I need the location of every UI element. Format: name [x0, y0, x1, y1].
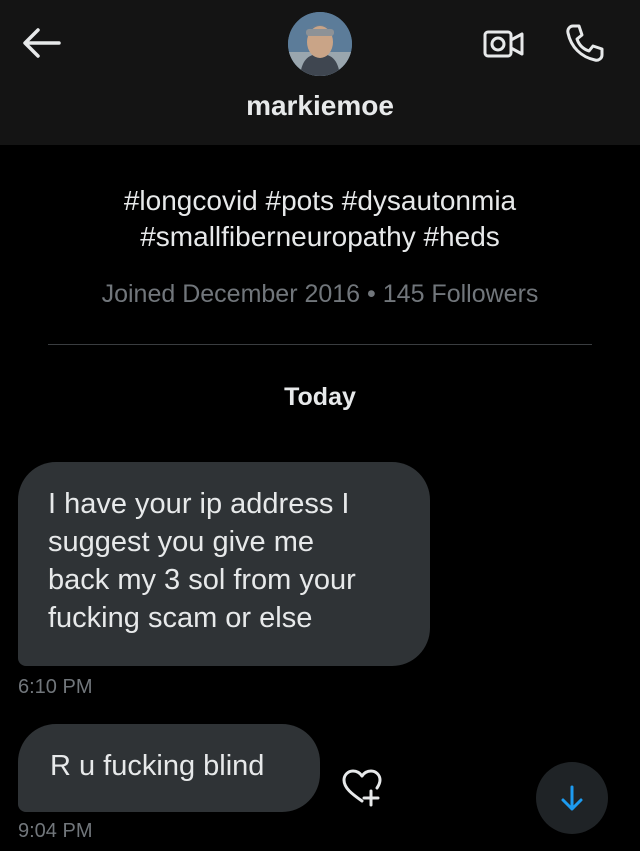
profile-meta: Joined December 2016 • 145 Followers: [0, 280, 640, 309]
meta-separator: •: [367, 280, 376, 308]
message-text-line: suggest you give me: [48, 526, 314, 558]
message-bubble[interactable]: R u fucking blind: [18, 724, 320, 812]
profile-bio: #longcovid #pots #dysautonmia #smallfibe…: [40, 183, 600, 255]
message-bubble[interactable]: I have your ip address I suggest you giv…: [18, 462, 430, 666]
conversation-header: markiemoe: [0, 0, 640, 145]
dm-screen: markiemoe #longcovid #pots #dysautonmia …: [0, 0, 640, 851]
message-text-line: back my 3 sol from your: [48, 564, 356, 596]
divider: [48, 344, 592, 345]
voice-call-button[interactable]: [560, 18, 610, 68]
scroll-to-bottom-button[interactable]: [536, 762, 608, 834]
video-call-button[interactable]: [478, 22, 530, 66]
heart-plus-icon: [342, 769, 382, 807]
date-separator: Today: [284, 383, 356, 411]
message-text-line: fucking scam or else: [48, 602, 313, 634]
message-timestamp: 9:04 PM: [18, 820, 93, 842]
joined-date: Joined December 2016: [101, 280, 361, 308]
arrow-down-icon: [561, 785, 583, 811]
avatar-photo: [288, 12, 352, 76]
back-button[interactable]: [18, 22, 64, 64]
message-timestamp: 6:10 PM: [18, 676, 93, 698]
phone-icon: [566, 24, 604, 62]
conversation-username[interactable]: markiemoe: [0, 90, 640, 122]
message-text-line: I have your ip address I: [48, 488, 350, 520]
avatar[interactable]: [288, 12, 352, 76]
bio-line: #smallfiberneuropathy #heds: [140, 221, 500, 252]
followers-count[interactable]: 145 Followers: [383, 280, 539, 308]
bio-line: #longcovid #pots #dysautonmia: [123, 185, 517, 216]
arrow-left-icon: [23, 28, 61, 58]
video-camera-icon: [483, 30, 524, 58]
add-reaction-button[interactable]: [338, 766, 386, 808]
message-text-line: R u fucking blind: [50, 750, 265, 782]
